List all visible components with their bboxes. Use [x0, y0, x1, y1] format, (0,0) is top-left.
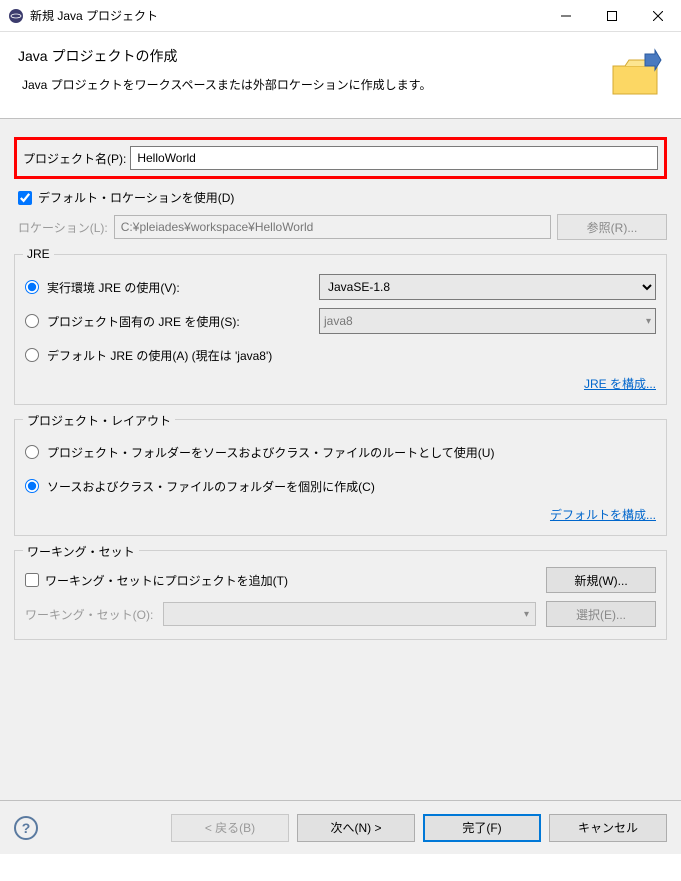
default-jre-row: デフォルト JRE の使用(A) (現在は 'java8') [25, 341, 656, 369]
working-set-add-label: ワーキング・セットにプロジェクトを追加(T) [45, 572, 288, 589]
wizard-footer: ? < 戻る(B) 次へ(N) > 完了(F) キャンセル [0, 800, 681, 854]
layout-opt1-radio[interactable] [25, 445, 39, 459]
layout-legend: プロジェクト・レイアウト [23, 412, 175, 429]
exec-env-label: 実行環境 JRE の使用(V): [47, 279, 319, 296]
working-set-add-input[interactable] [25, 573, 39, 587]
working-set-group: ワーキング・セット ワーキング・セットにプロジェクトを追加(T) 新規(W)..… [14, 550, 667, 640]
project-jre-radio[interactable] [25, 314, 39, 328]
configure-default-link[interactable]: デフォルトを構成... [550, 506, 656, 523]
working-set-add-checkbox[interactable]: ワーキング・セットにプロジェクトを追加(T) [25, 572, 536, 589]
layout-opt1-row: プロジェクト・フォルダーをソースおよびクラス・ファイルのルートとして使用(U) [25, 438, 656, 466]
project-jre-row: プロジェクト固有の JRE を使用(S): java8 ▾ [25, 307, 656, 335]
close-button[interactable] [635, 0, 681, 32]
project-name-row: プロジェクト名(P): [14, 137, 667, 179]
next-button[interactable]: 次へ(N) > [297, 814, 415, 842]
minimize-button[interactable] [543, 0, 589, 32]
jre-group: JRE 実行環境 JRE の使用(V): JavaSE-1.8 プロジェクト固有… [14, 254, 667, 405]
layout-opt2-row: ソースおよびクラス・ファイルのフォルダーを個別に作成(C) [25, 472, 656, 500]
use-default-location-label: デフォルト・ロケーションを使用(D) [38, 189, 234, 206]
wizard-body: プロジェクト名(P): デフォルト・ロケーションを使用(D) ロケーション(L)… [0, 118, 681, 800]
page-title: Java プロジェクトの作成 [18, 46, 607, 66]
select-working-set-button: 選択(E)... [546, 601, 656, 627]
working-set-combo: ▾ [163, 602, 536, 626]
jre-legend: JRE [23, 247, 54, 261]
configure-jre-link[interactable]: JRE を構成... [584, 375, 656, 392]
eclipse-icon [8, 8, 24, 24]
working-set-legend: ワーキング・セット [23, 543, 139, 560]
chevron-down-icon: ▾ [524, 609, 529, 620]
titlebar: 新規 Java プロジェクト [0, 0, 681, 32]
new-working-set-button[interactable]: 新規(W)... [546, 567, 656, 593]
default-jre-radio[interactable] [25, 348, 39, 362]
working-set-combo-label: ワーキング・セット(O): [25, 606, 153, 623]
browse-button: 参照(R)... [557, 214, 667, 240]
exec-env-row: 実行環境 JRE の使用(V): JavaSE-1.8 [25, 273, 656, 301]
default-jre-label: デフォルト JRE の使用(A) (現在は 'java8') [47, 347, 656, 364]
window-controls [543, 0, 681, 32]
exec-env-select[interactable]: JavaSE-1.8 [319, 274, 656, 300]
cancel-button[interactable]: キャンセル [549, 814, 667, 842]
project-jre-label: プロジェクト固有の JRE を使用(S): [47, 313, 319, 330]
project-jre-select: java8 ▾ [319, 308, 656, 334]
location-row: ロケーション(L): 参照(R)... [14, 214, 667, 240]
project-name-input[interactable] [130, 146, 658, 170]
maximize-button[interactable] [589, 0, 635, 32]
layout-group: プロジェクト・レイアウト プロジェクト・フォルダーをソースおよびクラス・ファイル… [14, 419, 667, 536]
project-name-label: プロジェクト名(P): [23, 150, 126, 167]
page-description: Java プロジェクトをワークスペースまたは外部ロケーションに作成します。 [18, 76, 607, 93]
use-default-location-input[interactable] [18, 191, 32, 205]
location-label: ロケーション(L): [18, 219, 108, 236]
layout-opt1-label: プロジェクト・フォルダーをソースおよびクラス・ファイルのルートとして使用(U) [47, 444, 494, 461]
folder-icon [607, 46, 663, 102]
window-title: 新規 Java プロジェクト [30, 7, 543, 24]
chevron-down-icon: ▾ [646, 316, 651, 327]
back-button: < 戻る(B) [171, 814, 289, 842]
working-set-add-row: ワーキング・セットにプロジェクトを追加(T) 新規(W)... [25, 567, 656, 593]
wizard-header: Java プロジェクトの作成 Java プロジェクトをワークスペースまたは外部ロ… [0, 32, 681, 118]
layout-opt2-radio[interactable] [25, 479, 39, 493]
use-default-location-checkbox[interactable]: デフォルト・ロケーションを使用(D) [18, 189, 667, 206]
working-set-combo-row: ワーキング・セット(O): ▾ 選択(E)... [25, 601, 656, 627]
layout-opt2-label: ソースおよびクラス・ファイルのフォルダーを個別に作成(C) [47, 478, 375, 495]
help-icon[interactable]: ? [14, 816, 38, 840]
exec-env-radio[interactable] [25, 280, 39, 294]
finish-button[interactable]: 完了(F) [423, 814, 541, 842]
location-input [114, 215, 551, 239]
